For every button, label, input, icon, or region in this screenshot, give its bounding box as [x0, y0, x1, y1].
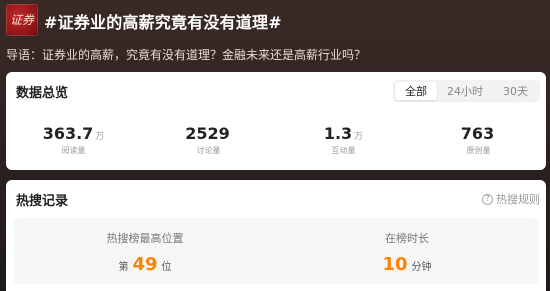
hot-search-rules-link[interactable]: ? 热搜规则: [482, 191, 540, 207]
time-range-tabs: 全部 24小时 30天: [393, 80, 540, 102]
stat-originals: 763 原创量: [411, 124, 546, 164]
stat-reads-unit: 万: [95, 132, 105, 142]
stat-discussions: 2529 讨论量: [141, 124, 276, 164]
stat-discussions-label: 讨论量: [196, 146, 221, 155]
topic-logo-image: 证券: [10, 13, 35, 27]
stat-reads-value: 363.7: [42, 124, 94, 143]
tab-30d[interactable]: 30天: [493, 82, 538, 100]
on-list-duration-label: 在榜时长: [385, 232, 429, 245]
hot-search-rules-label: 热搜规则: [496, 193, 540, 206]
hot-search-title: 热搜记录: [16, 194, 69, 209]
stat-originals-value: 763: [460, 124, 495, 143]
stat-reads: 363.7 万 阅读量: [6, 124, 141, 164]
peak-position-label: 热搜榜最高位置: [106, 232, 184, 245]
data-overview-card: 数据总览 全部 24小时 30天 363.7 万 阅读量 2529 讨论量 1.…: [6, 72, 546, 170]
stat-interactions-unit: 万: [354, 132, 364, 142]
topic-guide: 导语：证券业的高薪，究竟有没有道理？金融未来还是高薪行业吗？: [6, 48, 367, 62]
stat-discussions-value: 2529: [185, 124, 230, 143]
stat-interactions: 1.3 万 互动量: [276, 124, 411, 164]
tab-24h[interactable]: 24小时: [437, 82, 493, 100]
topic-logo-text: 证券: [10, 13, 35, 27]
hot-search-panel: 热搜榜最高位置 第 49 位 在榜时长 10 分钟: [14, 218, 538, 284]
topic-header: 证券 #证券业的高薪究竟有没有道理#: [0, 0, 550, 44]
tab-all[interactable]: 全部: [395, 82, 437, 100]
stat-originals-label: 原创量: [466, 146, 491, 155]
topic-logo: 证券: [6, 4, 38, 36]
peak-position: 热搜榜最高位置 第 49 位: [14, 218, 276, 284]
stat-reads-label: 阅读量: [61, 146, 86, 155]
stats-row: 363.7 万 阅读量 2529 讨论量 1.3 万 互动量 763 原创量: [6, 124, 546, 164]
hot-search-card: 热搜记录 ? 热搜规则 热搜榜最高位置 第 49 位 在榜时长 10 分钟: [6, 180, 546, 291]
on-list-duration-unit: 分钟: [411, 262, 432, 273]
peak-position-value: 49: [132, 254, 158, 275]
topic-title: #证券业的高薪究竟有没有道理#: [44, 13, 282, 32]
on-list-duration: 在榜时长 10 分钟: [276, 218, 538, 284]
stat-interactions-label: 互动量: [331, 146, 356, 155]
stat-interactions-value: 1.3: [323, 124, 353, 143]
on-list-duration-value: 10: [382, 254, 408, 275]
question-icon: ?: [482, 193, 493, 205]
overview-title: 数据总览: [16, 86, 69, 101]
peak-position-suffix: 位: [161, 262, 172, 273]
peak-position-prefix: 第: [118, 262, 129, 273]
